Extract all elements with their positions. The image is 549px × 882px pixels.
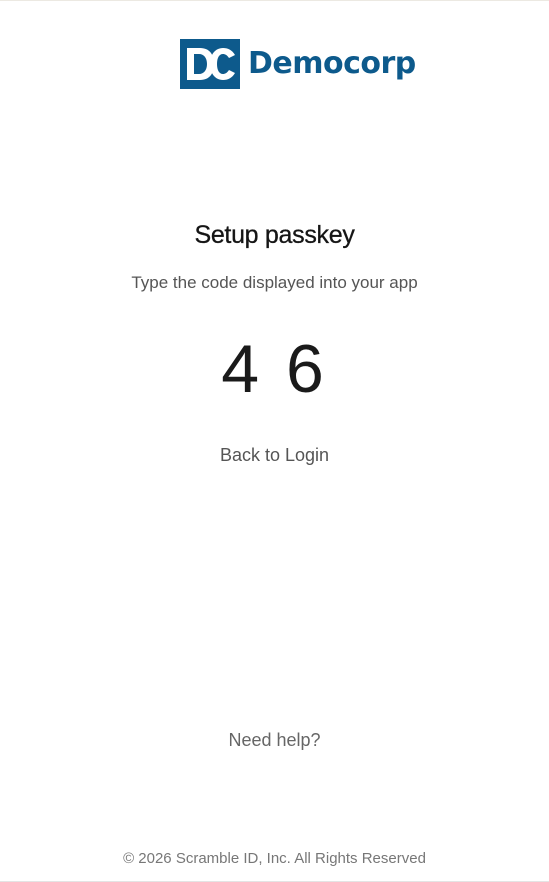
democorp-logo: Democorp — [180, 39, 416, 89]
passkey-code: 4 6 — [221, 331, 328, 407]
page-title: Setup passkey — [194, 221, 355, 249]
copyright-footer: © 2026 Scramble ID, Inc. All Rights Rese… — [123, 850, 426, 867]
democorp-logo-mark — [180, 39, 240, 89]
logo-wordmark: Democorp — [248, 46, 416, 81]
back-to-login-container: Back to Login — [0, 445, 549, 466]
help-container: Need help? — [0, 730, 549, 751]
back-to-login-link[interactable]: Back to Login — [220, 445, 329, 465]
need-help-link[interactable]: Need help? — [228, 730, 320, 750]
instruction-text: Type the code displayed into your app — [131, 273, 418, 292]
passkey-setup-page: Democorp Setup passkey Type the code dis… — [0, 0, 549, 882]
